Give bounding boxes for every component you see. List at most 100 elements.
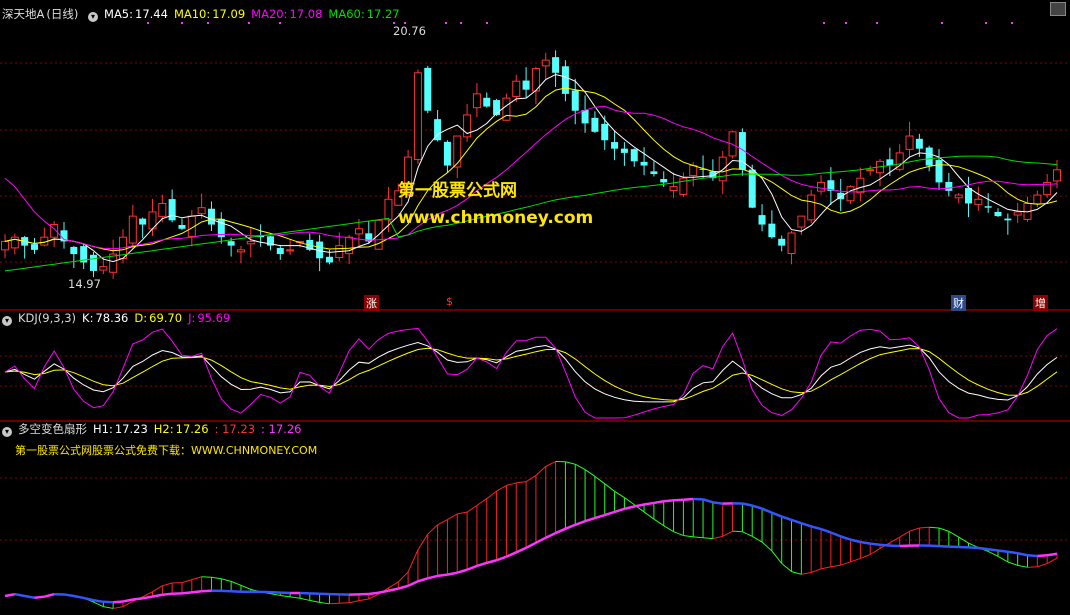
d-value: 69.70 (149, 311, 183, 325)
fan-h1-segment (771, 550, 783, 564)
candle-body (512, 80, 521, 97)
fan-h2-segment (978, 546, 989, 551)
fan-h2-segment (132, 597, 143, 601)
fan-h2-segment (742, 502, 753, 507)
top-marker (147, 22, 149, 24)
top-marker (941, 22, 943, 24)
fan-h2-segment (515, 546, 527, 554)
fan-h1-segment (909, 527, 920, 532)
signal-rise[interactable]: 涨 (364, 295, 379, 311)
fan-h1-segment (997, 555, 1009, 563)
fan-h2-segment (368, 591, 379, 596)
fan-h1-segment (899, 530, 910, 538)
candle-body (807, 194, 816, 221)
ma20-label: MA20: (251, 7, 288, 21)
fan-h2-segment (751, 504, 763, 510)
fan-h2-segment (643, 501, 655, 506)
fan-h2-segment (34, 595, 45, 599)
top-marker (207, 22, 209, 24)
fan-h1-segment (761, 541, 773, 552)
candle-body (748, 169, 756, 208)
fan-h1-segment (693, 536, 704, 539)
fan-h1-segment (732, 530, 743, 533)
candle-body (276, 248, 284, 255)
stock-chart-window: 深天地A (日线) ▾ MA5: 17.44 MA10: 17.09 MA20: 17.08 M… (0, 0, 1070, 615)
signal-finance[interactable]: 财 (951, 295, 966, 311)
candle-body (89, 254, 97, 271)
fan-h2-segment (407, 580, 419, 588)
fan-h1-segment (181, 579, 192, 584)
k-label: K: (82, 311, 94, 325)
top-marker (248, 22, 250, 24)
fan-h1-segment (535, 466, 547, 476)
settings-icon[interactable]: ▾ (88, 12, 99, 22)
fan-h2-segment (574, 520, 586, 526)
fan-h2-segment (73, 594, 84, 600)
fan-h1-segment (339, 602, 350, 604)
signal-money[interactable]: $ (446, 295, 453, 308)
fan-h2-segment (466, 564, 478, 571)
fan-h1-segment (240, 584, 251, 590)
candle-body (354, 228, 363, 235)
fan-h1-segment (594, 475, 606, 485)
candle-body (424, 67, 432, 111)
fan-h1-segment (811, 568, 822, 573)
fan-h2-segment (614, 507, 625, 514)
top-marker (876, 22, 878, 24)
candle-body (139, 218, 147, 225)
candle-body (591, 117, 599, 132)
candle-body (630, 149, 638, 162)
candle-body (660, 179, 668, 183)
fan-h1-segment (466, 504, 478, 513)
fan-h1-segment (417, 533, 429, 551)
fan-h1-segment (388, 581, 399, 589)
j-value: 95.69 (197, 311, 231, 325)
fan-h2-segment (564, 523, 576, 530)
ma60-label: MA60: (328, 7, 365, 21)
fan-h2-segment (988, 547, 999, 552)
fan-h2-segment (1027, 554, 1038, 558)
candle-body (384, 198, 393, 221)
fan-h1-segment (152, 585, 163, 593)
ma20-value: 17.08 (289, 7, 323, 21)
candle-body (689, 165, 698, 177)
fan-h1-segment (280, 594, 291, 598)
top-marker (445, 22, 447, 24)
fan-h2-segment (122, 598, 134, 603)
fan-h2-segment (417, 577, 429, 583)
h2-label: H2: (153, 422, 174, 436)
fan-h2-segment (840, 535, 851, 541)
fan-h1-segment (319, 601, 330, 605)
candle-body (935, 160, 943, 183)
top-marker (279, 22, 281, 24)
fan-h1-segment (801, 571, 812, 575)
candle-body (453, 135, 462, 168)
candle-body (197, 207, 206, 215)
fan-h1-segment (604, 483, 615, 492)
candle-body (30, 244, 38, 250)
fan-h2-segment (113, 600, 124, 604)
kdj-settings-icon[interactable]: ▾ (2, 316, 12, 326)
fan-h1-segment (751, 535, 763, 543)
candle-body (552, 57, 560, 73)
fan-h2-segment (535, 536, 547, 544)
fan-settings-icon[interactable]: ▾ (2, 427, 12, 437)
fan-h1-segment (791, 571, 802, 575)
fan-h2-segment (673, 498, 684, 502)
h1-label: H1: (93, 422, 113, 436)
chart-canvas (0, 22, 1070, 609)
window-flag-icon[interactable] (1050, 2, 1066, 16)
fan-h1-segment (162, 582, 173, 587)
fan-h1-segment (565, 461, 576, 465)
fan-value-3: : 17.23 (214, 422, 256, 436)
fan-h2-segment (83, 596, 94, 602)
fan-h2-segment (860, 540, 871, 545)
top-marker (845, 22, 847, 24)
signal-increase[interactable]: 增 (1033, 295, 1048, 311)
fan-h2-segment (653, 500, 664, 505)
fan-h2-segment (624, 505, 635, 511)
candle-body (965, 187, 973, 204)
fan-h2-segment (427, 574, 438, 580)
candle-body (797, 215, 806, 228)
h2-value: 17.26 (175, 422, 209, 436)
